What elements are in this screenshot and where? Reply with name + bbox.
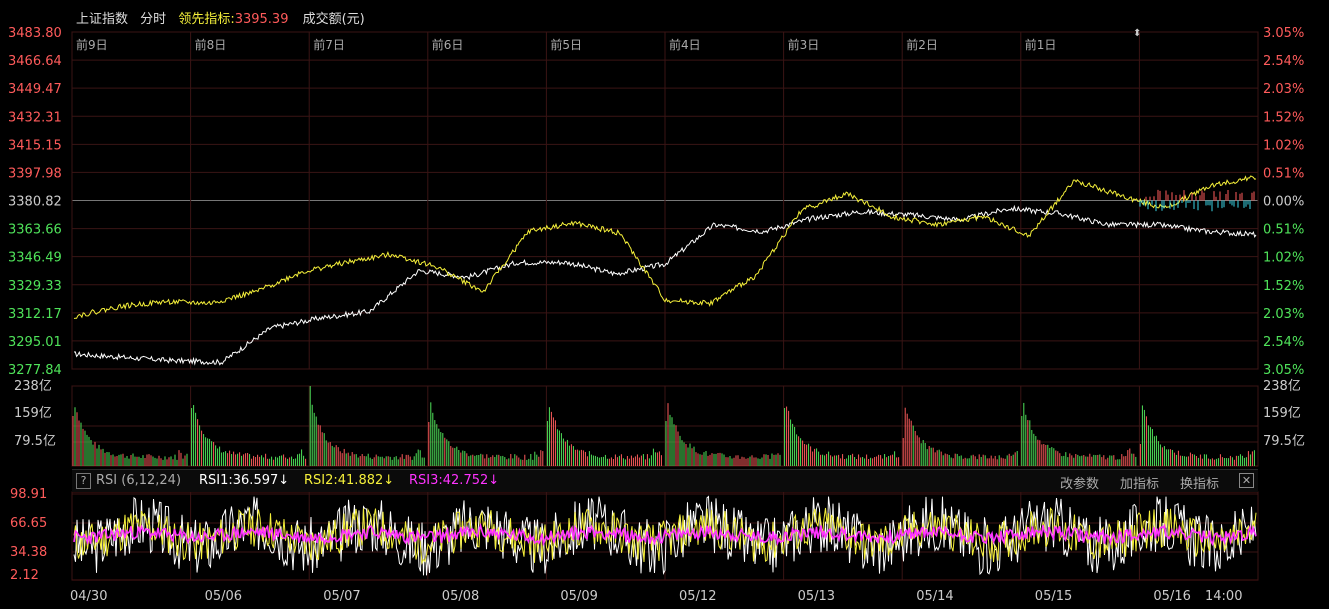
percent-tick-label: 0.51%: [1263, 166, 1304, 181]
rsi-tick-label: 34.38: [10, 545, 47, 560]
volume-tick-left: 79.5亿: [14, 434, 56, 449]
day-label: 前9日: [76, 37, 108, 52]
chart-canvas[interactable]: 3483.80 3466.64 3449.47 3432.31 3415.15 3397.…: [0, 0, 1329, 609]
volume-tick-left: 238亿: [14, 379, 52, 394]
date-label: 14:00: [1205, 589, 1242, 604]
volume-tick-right: 238亿: [1263, 379, 1301, 394]
price-tick-label: 3380.82: [8, 195, 62, 210]
date-axis: 04/30 05/06 05/07 05/08 05/09 05/12 05/13 05/14…: [70, 589, 1242, 604]
add-indicator-button[interactable]: 加指标: [1120, 473, 1159, 492]
percent-tick-label: 1.02%: [1263, 251, 1304, 266]
date-label: 05/06: [205, 589, 242, 604]
price-axis-left: 3483.80 3466.64 3449.47 3432.31 3415.15 3397.…: [8, 26, 62, 378]
date-label: 05/12: [679, 589, 716, 604]
price-tick-label: 3277.84: [8, 363, 62, 378]
rsi-tick-label: 66.65: [10, 516, 47, 531]
day-label: 前5日: [550, 37, 582, 52]
price-tick-label: 3397.98: [8, 166, 62, 181]
day-label: 前3日: [788, 37, 820, 52]
date-label: 05/07: [323, 589, 360, 604]
volume-tick-right: 79.5亿: [1263, 434, 1305, 449]
price-tick-label: 3466.64: [8, 54, 62, 69]
date-label: 05/14: [916, 589, 953, 604]
date-label: 05/13: [798, 589, 835, 604]
rsi-tick-label: 98.91: [10, 487, 47, 502]
percent-tick-label: 2.03%: [1263, 82, 1304, 97]
day-label: 前1日: [1025, 37, 1057, 52]
price-tick-label: 3295.01: [8, 335, 62, 350]
rsi1-value: RSI1:36.597↓: [199, 473, 290, 488]
day-label: 前4日: [669, 37, 701, 52]
switch-indicator-button[interactable]: 换指标: [1180, 473, 1219, 492]
percent-tick-label: 2.03%: [1263, 307, 1304, 322]
rsi-tick-label: 2.12: [10, 568, 39, 583]
edit-params-button[interactable]: 改参数: [1060, 473, 1099, 492]
date-label: 04/30: [70, 589, 107, 604]
date-label: 05/08: [442, 589, 479, 604]
volume-tick-right: 159亿: [1263, 406, 1301, 421]
percent-tick-label: 0.00%: [1263, 195, 1304, 210]
price-tick-label: 3483.80: [8, 26, 62, 41]
rsi3-value: RSI3:42.752↓: [409, 473, 500, 488]
date-label: 05/16: [1153, 589, 1190, 604]
intraday-chart-window: 上证指数 分时 领先指标:3395.39 成交额(元) 3483.80 3466.…: [0, 0, 1329, 609]
rsi2-value: RSI2:41.882↓: [304, 473, 395, 488]
grid-lines: [71, 31, 1259, 581]
crosshair-marker-icon[interactable]: ⬍: [1133, 28, 1141, 39]
percent-tick-label: 1.02%: [1263, 138, 1304, 153]
price-tick-label: 3312.17: [8, 307, 62, 322]
day-label: 前7日: [313, 37, 345, 52]
percent-tick-label: 2.54%: [1263, 335, 1304, 350]
day-label: 前6日: [432, 37, 464, 52]
volume-tick-left: 159亿: [14, 406, 52, 421]
percent-tick-label: 1.52%: [1263, 110, 1304, 125]
percent-tick-label: 3.05%: [1263, 26, 1304, 41]
rsi-title[interactable]: RSI (6,12,24): [96, 473, 181, 488]
rsi-axis: 98.91 66.65 34.38 2.12: [10, 487, 47, 583]
percent-axis-right: 3.05% 2.54% 2.03% 1.52% 1.02% 0.51% 0.00% 0.51%…: [1263, 26, 1304, 378]
help-icon[interactable]: ?: [76, 473, 91, 489]
rsi-toolbar: ? RSI (6,12,24) RSI1:36.597↓ RSI2:41.882…: [72, 469, 1258, 492]
price-tick-label: 3432.31: [8, 110, 62, 125]
day-label: 前2日: [906, 37, 938, 52]
price-tick-label: 3449.47: [8, 82, 62, 97]
day-labels: 前9日 前8日 前7日 前6日 前5日 前4日 前3日 前2日 前1日: [76, 37, 1056, 52]
close-icon[interactable]: ✕: [1239, 473, 1254, 488]
percent-tick-label: 0.51%: [1263, 223, 1304, 238]
percent-tick-label: 1.52%: [1263, 279, 1304, 294]
crosshair-marker[interactable]: ⬍: [1133, 28, 1141, 39]
percent-tick-label: 3.05%: [1263, 363, 1304, 378]
date-label: 05/09: [560, 589, 597, 604]
price-tick-label: 3415.15: [8, 138, 62, 153]
percent-tick-label: 2.54%: [1263, 54, 1304, 69]
price-tick-label: 3329.33: [8, 279, 62, 294]
day-label: 前8日: [195, 37, 227, 52]
date-label: 05/15: [1035, 589, 1072, 604]
price-tick-label: 3363.66: [8, 223, 62, 238]
price-tick-label: 3346.49: [8, 251, 62, 266]
